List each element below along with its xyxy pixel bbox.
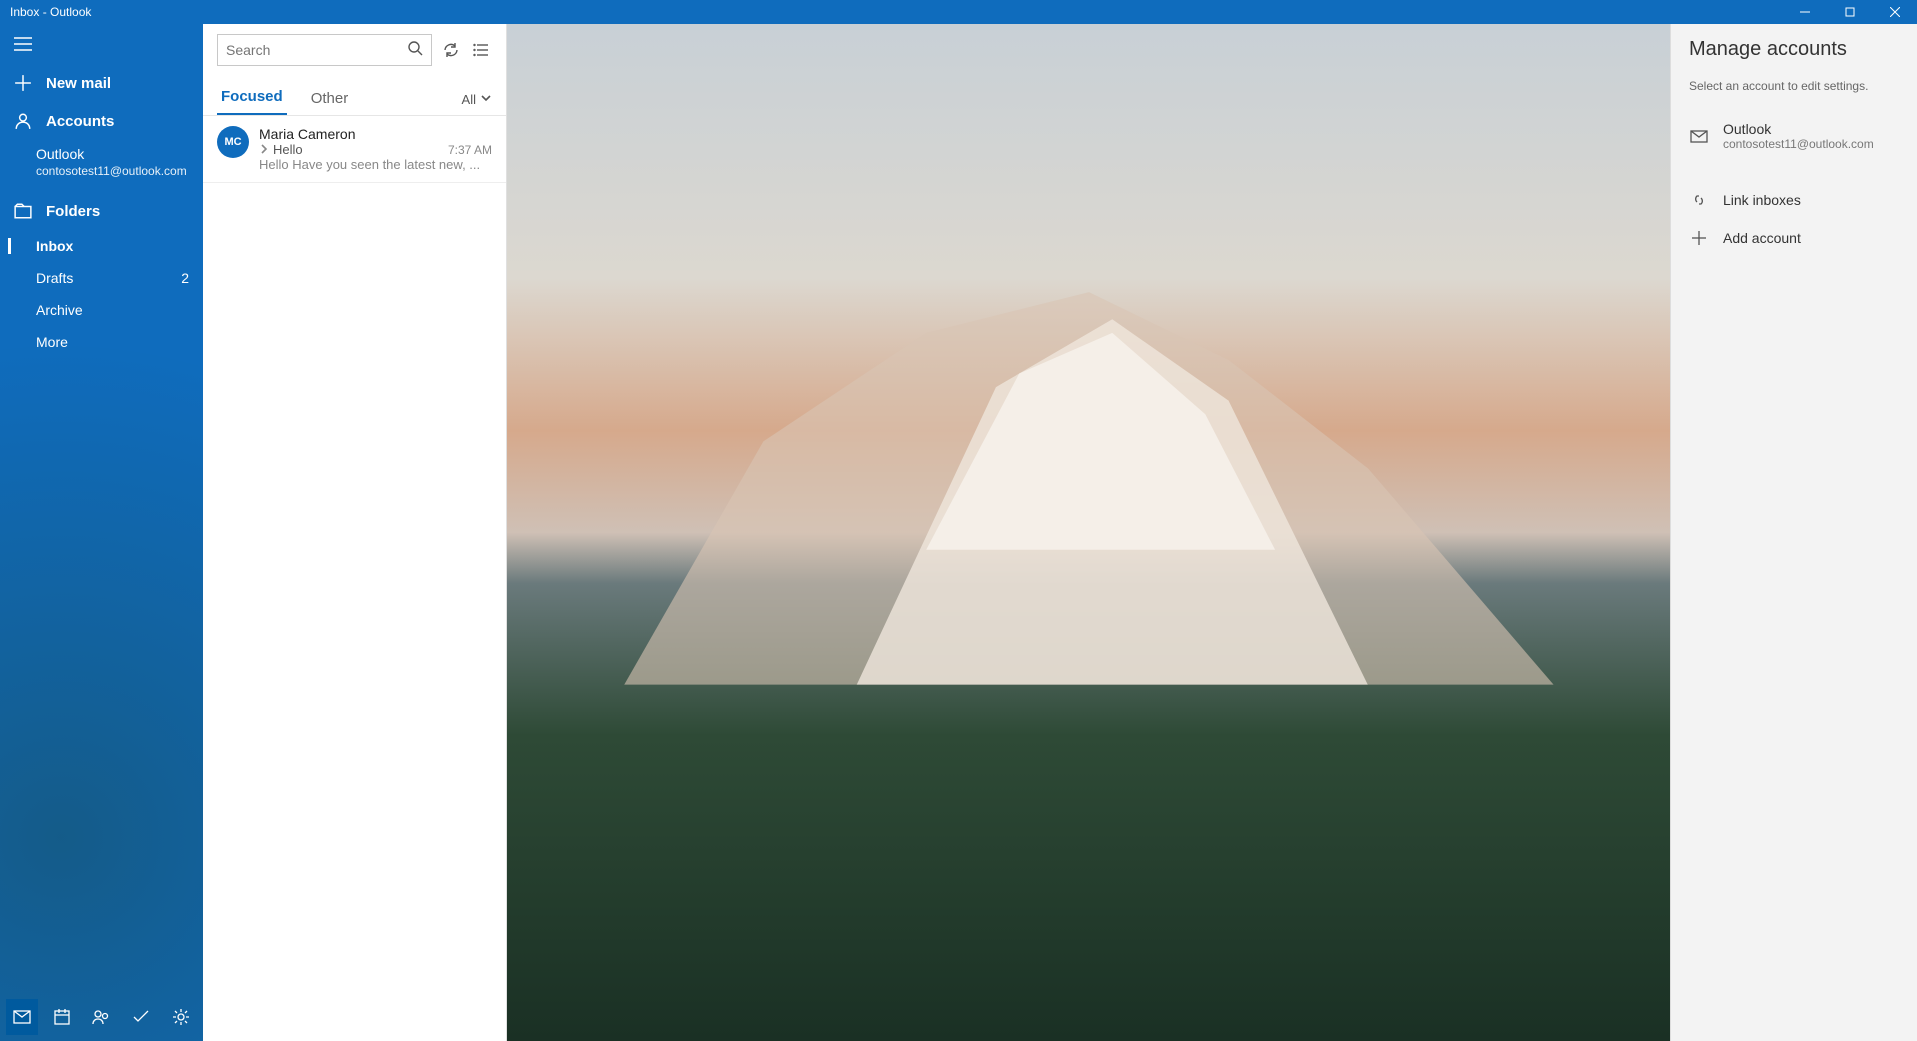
people-app-button[interactable] [86, 999, 118, 1035]
email-subject: Hello [273, 142, 303, 157]
message-list-pane: Focused Other All MC Maria Cameron [203, 24, 507, 1041]
close-button[interactable] [1872, 0, 1917, 24]
minimize-button[interactable] [1782, 0, 1827, 24]
panel-account-item[interactable]: Outlook contosotest11@outlook.com [1689, 111, 1899, 161]
background-image [623, 278, 1553, 685]
email-item[interactable]: MC Maria Cameron Hello 7:37 AM Hello Hav… [203, 116, 506, 183]
plus-icon [1689, 229, 1709, 247]
account-name: Outlook [36, 146, 84, 162]
tab-focused[interactable]: Focused [217, 80, 287, 115]
new-mail-label: New mail [46, 75, 111, 92]
folders-label: Folders [46, 203, 100, 220]
folders-header[interactable]: Folders [0, 192, 203, 230]
email-sender: Maria Cameron [259, 126, 492, 142]
add-account-button[interactable]: Add account [1689, 219, 1899, 257]
folder-more[interactable]: More [0, 326, 203, 358]
add-account-label: Add account [1723, 230, 1801, 246]
link-icon [1689, 191, 1709, 209]
maximize-button[interactable] [1827, 0, 1872, 24]
hamburger-button[interactable] [0, 24, 203, 64]
plus-icon [14, 74, 32, 92]
selection-mode-button[interactable] [470, 38, 492, 62]
folder-name: Archive [36, 302, 83, 318]
sync-button[interactable] [440, 38, 462, 62]
mail-icon [1689, 127, 1709, 145]
folder-drafts[interactable]: Drafts 2 [0, 262, 203, 294]
search-icon[interactable] [407, 40, 423, 61]
panel-hint: Select an account to edit settings. [1689, 79, 1899, 93]
folder-name: Drafts [36, 270, 73, 286]
email-preview: Hello Have you seen the latest new, ... [259, 157, 492, 172]
mail-app-button[interactable] [6, 999, 38, 1035]
folder-icon [14, 202, 32, 220]
folder-inbox[interactable]: Inbox [0, 230, 203, 262]
new-mail-button[interactable]: New mail [0, 64, 203, 102]
email-time: 7:37 AM [448, 143, 492, 157]
person-icon [14, 112, 32, 130]
chevron-down-icon [480, 92, 492, 107]
search-input[interactable] [226, 42, 407, 58]
sidebar-account-item[interactable]: Outlook contosotest11@outlook.com [0, 140, 203, 184]
todo-app-button[interactable] [125, 999, 157, 1035]
reading-pane [507, 24, 1670, 1041]
avatar: MC [217, 126, 249, 158]
link-inboxes-button[interactable]: Link inboxes [1689, 181, 1899, 219]
panel-account-email: contosotest11@outlook.com [1723, 137, 1874, 151]
window-title: Inbox - Outlook [10, 5, 91, 19]
folder-name: Inbox [36, 238, 73, 254]
accounts-label: Accounts [46, 113, 114, 130]
link-inboxes-label: Link inboxes [1723, 192, 1801, 208]
calendar-app-button[interactable] [46, 999, 78, 1035]
folder-archive[interactable]: Archive [0, 294, 203, 326]
filter-label: All [462, 92, 476, 107]
panel-account-name: Outlook [1723, 121, 1874, 137]
accounts-header[interactable]: Accounts [0, 102, 203, 140]
chevron-right-icon [259, 142, 269, 157]
account-email: contosotest11@outlook.com [36, 164, 187, 178]
search-box[interactable] [217, 34, 432, 66]
tab-other[interactable]: Other [307, 82, 353, 115]
panel-title: Manage accounts [1689, 38, 1899, 61]
folder-name: More [36, 334, 68, 350]
sidebar: New mail Accounts Outlook contosotest11@… [0, 24, 203, 1041]
folder-count: 2 [181, 270, 189, 286]
bottom-bar [0, 993, 203, 1041]
title-bar: Inbox - Outlook [0, 0, 1917, 24]
settings-button[interactable] [165, 999, 197, 1035]
filter-dropdown[interactable]: All [462, 92, 492, 115]
manage-accounts-panel: Manage accounts Select an account to edi… [1670, 24, 1917, 1041]
